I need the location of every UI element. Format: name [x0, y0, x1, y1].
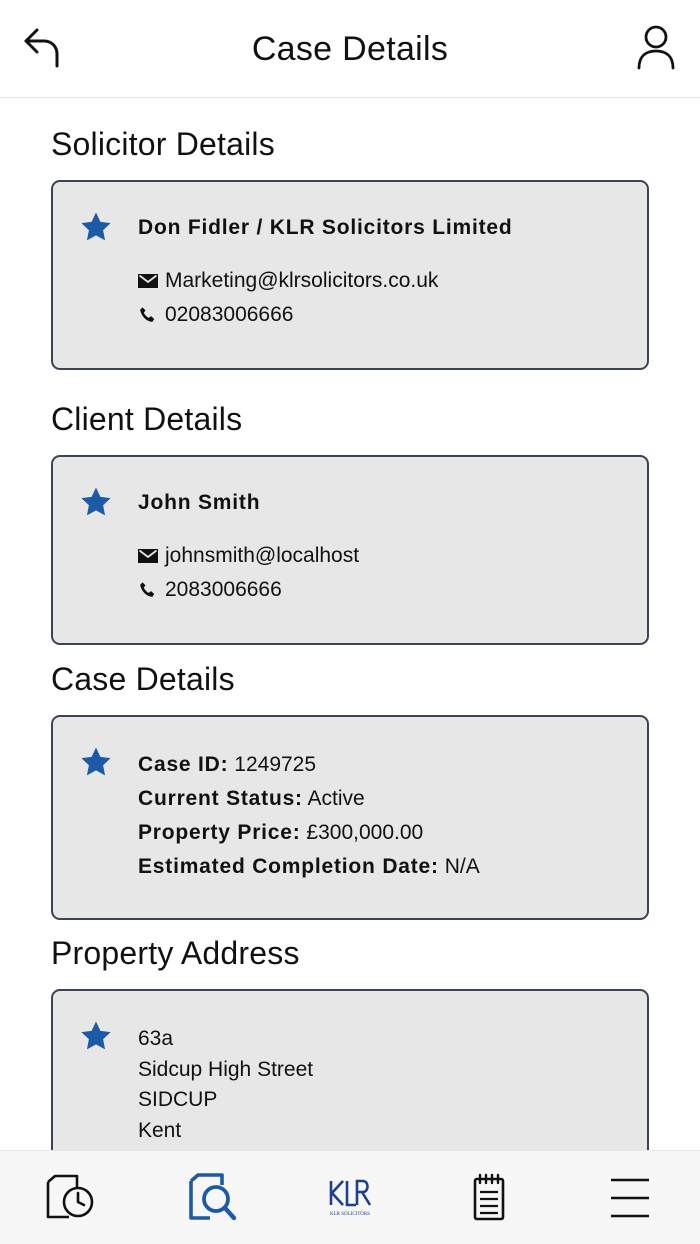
property-address-heading: Property Address: [51, 935, 300, 971]
price-row: Property Price: £300,000.00: [138, 816, 627, 850]
status-label: Current Status:: [138, 787, 303, 810]
star-icon[interactable]: [78, 1019, 114, 1053]
logo-subtext: KLR SOLICITORS: [330, 1212, 370, 1217]
nav-menu[interactable]: [603, 1173, 657, 1223]
solicitor-details-heading: Solicitor Details: [51, 126, 275, 162]
client-phone-row[interactable]: 2083006666: [138, 573, 627, 607]
client-card: John Smith johnsmith@localhost 208300666…: [51, 455, 649, 645]
case-id-row: Case ID: 1249725: [138, 748, 627, 782]
client-details-heading: Client Details: [51, 401, 243, 437]
completion-value: N/A: [444, 855, 480, 878]
document-search-icon: [189, 1173, 237, 1221]
price-label: Property Price:: [138, 821, 301, 844]
solicitor-phone: 02083006666: [165, 303, 294, 326]
solicitor-name: Don Fidler / KLR Solicitors Limited: [138, 216, 513, 239]
phone-icon: [140, 582, 155, 597]
bottom-navigation-bar: KLR SOLICITORS: [0, 1150, 700, 1244]
hamburger-menu-icon: [611, 1178, 649, 1218]
solicitor-email-row[interactable]: Marketing@klrsolicitors.co.uk: [138, 264, 627, 298]
star-icon[interactable]: [78, 485, 114, 519]
star-icon[interactable]: [78, 210, 114, 244]
address-line: Kent: [138, 1118, 182, 1142]
client-phone: 2083006666: [165, 578, 282, 601]
case-details-heading: Case Details: [51, 661, 235, 697]
completion-row: Estimated Completion Date: N/A: [138, 850, 627, 884]
solicitor-phone-row[interactable]: 02083006666: [138, 298, 627, 332]
nav-klr-home[interactable]: KLR SOLICITORS: [323, 1173, 377, 1223]
app-header: Case Details: [0, 0, 700, 98]
page-title: Case Details: [251, 30, 449, 68]
case-id-label: Case ID:: [138, 753, 229, 776]
star-icon[interactable]: [78, 745, 114, 779]
client-name: John Smith: [138, 491, 261, 514]
notepad-icon: [473, 1173, 505, 1221]
nav-case-details[interactable]: [186, 1173, 240, 1223]
client-email-row[interactable]: johnsmith@localhost: [138, 539, 627, 573]
email-icon: [138, 274, 158, 288]
address-line: Sidcup High Street: [138, 1057, 314, 1081]
completion-label: Estimated Completion Date:: [138, 855, 439, 878]
nav-notes[interactable]: [462, 1173, 516, 1223]
case-details-content[interactable]: Solicitor Details Don Fidler / KLR Solic…: [0, 98, 700, 1150]
klr-logo: KLR SOLICITORS: [329, 1179, 372, 1217]
solicitor-email: Marketing@klrsolicitors.co.uk: [165, 269, 439, 292]
case-card: Case ID: 1249725 Current Status: Active …: [51, 715, 649, 920]
status-row: Current Status: Active: [138, 782, 627, 816]
price-value: £300,000.00: [306, 821, 424, 844]
phone-icon: [140, 307, 155, 322]
status-value: Active: [307, 787, 365, 810]
address-line: SIDCUP: [138, 1088, 218, 1111]
client-email: johnsmith@localhost: [165, 544, 360, 567]
email-icon: [138, 549, 158, 563]
user-profile-icon[interactable]: [636, 24, 676, 70]
address-line: 63a: [138, 1027, 174, 1050]
nav-case-history[interactable]: [43, 1173, 97, 1223]
document-clock-icon: [46, 1174, 94, 1219]
property-card: 63a Sidcup High Street SIDCUP Kent: [51, 989, 649, 1150]
case-id-value: 1249725: [234, 753, 317, 776]
solicitor-card: Don Fidler / KLR Solicitors Limited Mark…: [51, 180, 649, 370]
